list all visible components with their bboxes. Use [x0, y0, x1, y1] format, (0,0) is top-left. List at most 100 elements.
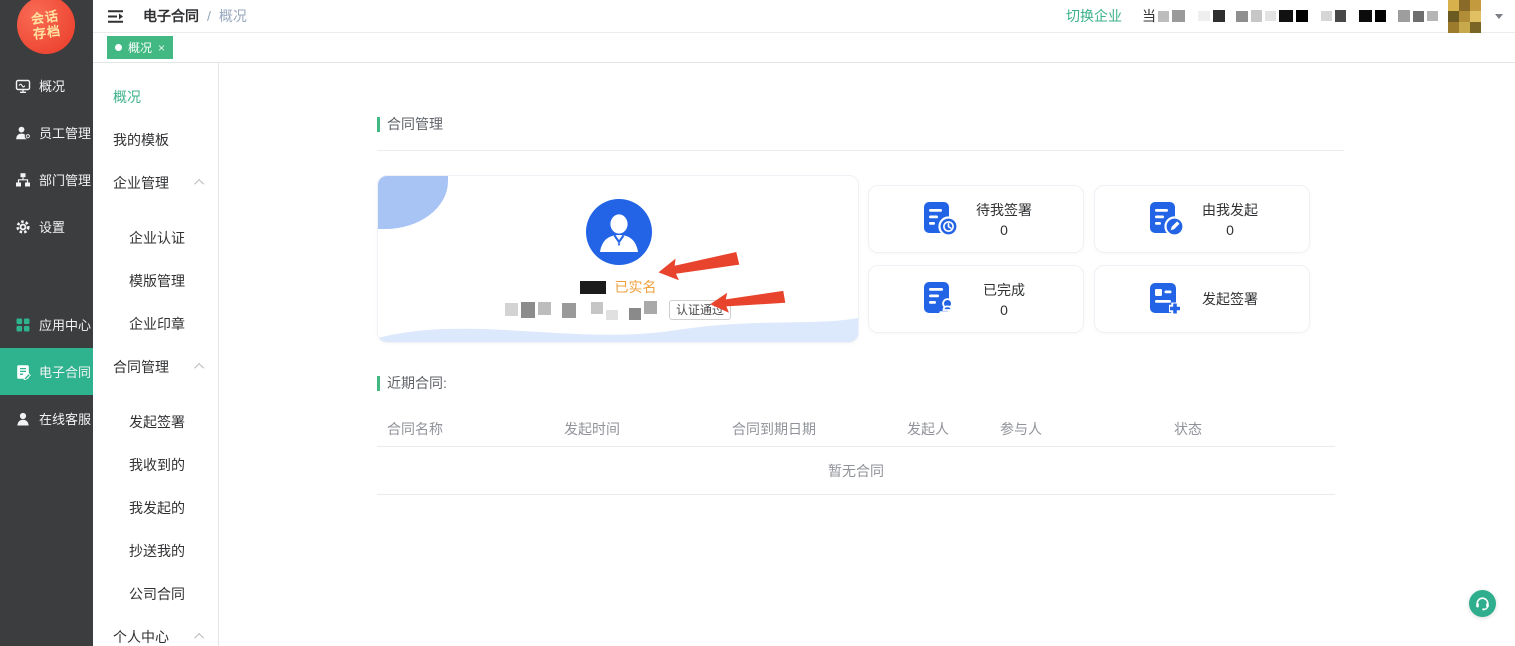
submenu-label: 我的模板 [113, 130, 169, 150]
sidebar-item-overview[interactable]: 概况 [0, 62, 93, 109]
stat-label: 由我发起 [1185, 200, 1275, 220]
stat-text: 已完成 0 [959, 280, 1049, 318]
sidebar-item-departments[interactable]: 部门管理 [0, 156, 93, 203]
sidebar-item-label: 电子合同 [39, 362, 91, 381]
submenu-group-contract-mgmt[interactable]: 合同管理 [93, 345, 218, 388]
body-row: 概况 我的模板 企业管理 企业认证 模版管理 企业印章 合同管理 发起签署 我收… [93, 63, 1515, 646]
col-header-participants: 参与人 [1000, 419, 1042, 439]
submenu-group-personal-center[interactable]: 个人中心 [93, 615, 218, 646]
stats-grid: 待我签署 0 由我发起 0 [868, 185, 1310, 333]
submenu-label: 企业认证 [129, 228, 185, 248]
submenu-item-overview[interactable]: 概况 [93, 75, 218, 118]
breadcrumb: 电子合同 / 概况 [143, 6, 247, 26]
sidebar-item-app-center[interactable]: 应用中心 [0, 301, 93, 348]
col-header-expiry-date: 合同到期日期 [732, 419, 816, 439]
employee-icon [15, 125, 31, 141]
breadcrumb-root[interactable]: 电子合同 [143, 6, 199, 26]
support-person-icon [15, 411, 31, 427]
redacted-name-block [580, 281, 606, 294]
submenu-item-company-seal[interactable]: 企业印章 [93, 302, 218, 345]
submenu-label: 企业管理 [113, 173, 169, 193]
chevron-up-icon [194, 633, 204, 643]
submenu-item-cc-me[interactable]: 抄送我的 [93, 529, 218, 572]
stat-text: 发起签署 [1185, 289, 1275, 309]
sidebar-item-label: 设置 [39, 217, 65, 236]
breadcrumb-separator: / [207, 8, 211, 24]
stat-label: 发起签署 [1185, 289, 1275, 309]
submenu-item-my-templates[interactable]: 我的模板 [93, 118, 218, 161]
section-title-contracts: 合同管理 [377, 114, 1515, 134]
submenu-label: 个人中心 [113, 627, 169, 646]
main-sidebar: 会话 存档 概况 员工管理 部门管理 [0, 0, 93, 646]
decor-blob [378, 176, 448, 229]
sidebar-item-label: 应用中心 [39, 315, 91, 334]
contract-icon [15, 364, 31, 380]
main-menu: 概况 员工管理 部门管理 设置 [0, 0, 93, 442]
stat-value: 0 [959, 222, 1049, 238]
stat-text: 待我签署 0 [959, 200, 1049, 238]
chevron-up-icon [194, 179, 204, 189]
section-title-text: 近期合同: [387, 373, 447, 393]
stat-card-initiated-by-me[interactable]: 由我发起 0 [1094, 185, 1310, 253]
submenu-label: 抄送我的 [129, 541, 185, 561]
submenu-label: 发起签署 [129, 412, 185, 432]
stat-card-completed[interactable]: 已完成 0 [868, 265, 1084, 333]
submenu-group-company-mgmt[interactable]: 企业管理 [93, 161, 218, 204]
realname-row: 已实名 [378, 277, 858, 297]
table-header-row: 合同名称 发起时间 合同到期日期 发起人 参与人 状态 [377, 409, 1335, 447]
submenu-label: 公司合同 [129, 584, 185, 604]
sidebar-item-label: 员工管理 [39, 123, 91, 142]
section-title-bar [377, 376, 380, 391]
submenu-label: 我发起的 [129, 498, 185, 518]
stat-value: 0 [959, 302, 1049, 318]
sidebar-item-online-support[interactable]: 在线客服 [0, 395, 93, 442]
redacted-identity [505, 300, 657, 320]
tab-overview[interactable]: 概况 × [107, 36, 173, 59]
table-empty-state: 暂无合同 [377, 447, 1335, 495]
submenu-item-template-mgmt[interactable]: 模版管理 [93, 259, 218, 302]
customer-support-button[interactable] [1469, 590, 1496, 617]
section-title-text: 合同管理 [387, 114, 443, 134]
submenu-item-initiated[interactable]: 我发起的 [93, 486, 218, 529]
submenu-label: 概况 [113, 87, 141, 107]
tabbar: 概况 × [93, 33, 1515, 63]
settings-icon [15, 219, 31, 235]
stat-card-awaiting-my-sign[interactable]: 待我签署 0 [868, 185, 1084, 253]
sidebar-item-label: 概况 [39, 76, 65, 95]
submenu-label: 我收到的 [129, 455, 185, 475]
submenu-label: 企业印章 [129, 314, 185, 334]
topbar-right: 切换企业 当 [1066, 0, 1503, 33]
submenu-item-company-cert[interactable]: 企业认证 [93, 216, 218, 259]
hamburger-icon[interactable] [107, 8, 125, 24]
chevron-up-icon [194, 363, 204, 373]
col-header-status: 状态 [1174, 419, 1202, 439]
switch-company-link[interactable]: 切换企业 [1066, 6, 1122, 26]
submenu-item-company-contracts[interactable]: 公司合同 [93, 572, 218, 615]
tab-close-icon[interactable]: × [158, 41, 165, 55]
doc-clock-icon [919, 199, 959, 239]
stat-value: 0 [1185, 222, 1275, 238]
section-title-bar [377, 117, 380, 132]
sidebar-item-employees[interactable]: 员工管理 [0, 109, 93, 156]
submenu-item-received[interactable]: 我收到的 [93, 443, 218, 486]
topbar: 电子合同 / 概况 切换企业 当 [93, 0, 1515, 33]
stat-label: 待我签署 [959, 200, 1049, 220]
stat-text: 由我发起 0 [1185, 200, 1275, 238]
logo-line2: 存档 [32, 23, 62, 42]
sidebar-item-label: 部门管理 [39, 170, 91, 189]
stat-card-start-signing[interactable]: 发起签署 [1094, 265, 1310, 333]
sidebar-item-econtract[interactable]: 电子合同 [0, 348, 93, 395]
submenu-label: 合同管理 [113, 357, 169, 377]
chevron-down-icon[interactable] [1495, 14, 1503, 19]
sub-sidebar: 概况 我的模板 企业管理 企业认证 模版管理 企业印章 合同管理 发起签署 我收… [93, 63, 219, 646]
recent-contracts-table: 合同名称 发起时间 合同到期日期 发起人 参与人 状态 暂无合同 [377, 409, 1335, 495]
profile-avatar-icon [586, 199, 652, 265]
user-avatar[interactable] [1448, 0, 1481, 33]
dashboard-icon [15, 78, 31, 94]
breadcrumb-current: 概况 [219, 6, 247, 26]
divider [377, 150, 1344, 151]
tab-label: 概况 [128, 39, 152, 56]
sidebar-item-settings[interactable]: 设置 [0, 203, 93, 250]
col-header-start-time: 发起时间 [564, 419, 620, 439]
submenu-item-initiate-sign[interactable]: 发起签署 [93, 400, 218, 443]
